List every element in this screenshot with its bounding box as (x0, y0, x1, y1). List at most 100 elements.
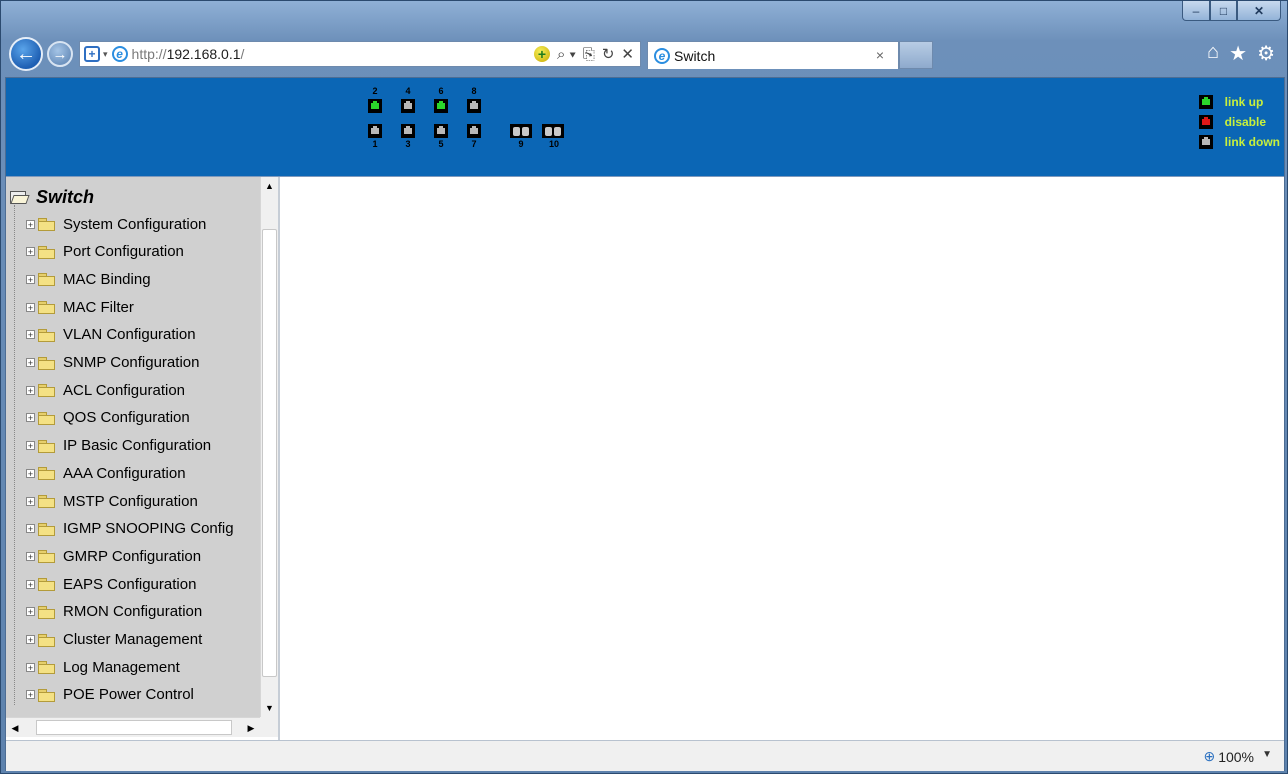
address-bar[interactable]: + ▾ e http://192.168.0.1/ + ⌕ ▾ ⎘ ↻ ✕ (79, 41, 641, 67)
refresh-icon[interactable]: ↻ (602, 45, 615, 63)
tab-switch[interactable]: e Switch × (647, 41, 899, 69)
security-shield-icon[interactable]: + (84, 46, 100, 62)
page-frame: 2 4 6 8 1 3 5 7 9 10 link up disable lin… (5, 77, 1285, 771)
expand-icon[interactable]: + (26, 524, 35, 534)
favorites-icon[interactable]: ★ (1229, 41, 1247, 66)
tree-item-label: AAA Configuration (63, 464, 186, 482)
tree-item[interactable]: + ACL Configuration (26, 377, 185, 403)
tree-item[interactable]: + Cluster Management (26, 627, 202, 653)
expand-icon[interactable]: + (26, 468, 35, 478)
chevron-down-icon[interactable]: ▾ (103, 49, 108, 60)
maximize-button[interactable]: □ (1210, 1, 1237, 21)
disable-icon (1198, 115, 1213, 129)
tree-item[interactable]: + SNMP Configuration (26, 350, 199, 376)
port-8[interactable] (467, 99, 481, 113)
url-text[interactable]: http://192.168.0.1/ (132, 46, 245, 62)
expand-icon[interactable]: + (26, 662, 35, 672)
back-button[interactable]: ← (9, 37, 43, 71)
tree-item[interactable]: + POE Power Control (26, 682, 194, 708)
legend-link-up: link up (1198, 92, 1280, 112)
url-suffix: / (240, 46, 245, 62)
folder-icon (38, 356, 55, 370)
tree-item[interactable]: + VLAN Configuration (26, 322, 196, 348)
zoom-dropdown-icon[interactable]: ▼ (1262, 749, 1272, 760)
tree-item-label: IGMP SNOOPING Config (63, 520, 234, 538)
scroll-left-arrow-icon[interactable]: ◀ (6, 719, 24, 737)
folder-icon (38, 605, 55, 619)
link-up-icon (1198, 95, 1213, 109)
port-1[interactable] (368, 124, 382, 138)
expand-icon[interactable]: + (26, 607, 35, 617)
expand-icon[interactable]: + (26, 302, 35, 312)
folder-icon (38, 218, 55, 231)
folder-icon (38, 301, 55, 315)
expand-icon[interactable]: + (26, 413, 35, 423)
port-9-sfp[interactable] (510, 124, 532, 138)
tree-item-label: IP Basic Configuration (63, 437, 212, 455)
port-5[interactable] (434, 124, 448, 138)
expand-icon[interactable]: + (26, 690, 35, 700)
tree-item[interactable]: + QOS Configuration (26, 405, 190, 431)
scroll-up-arrow-icon[interactable]: ▲ (261, 177, 278, 195)
minimize-button[interactable]: – (1182, 1, 1210, 21)
tree-item[interactable]: + IP Basic Configuration (26, 433, 211, 459)
tree-root-switch[interactable]: Switch (10, 185, 94, 209)
legend-label: link down (1224, 135, 1280, 149)
tree-horizontal-scrollbar[interactable]: ◀ ▶ (6, 717, 260, 737)
zoom-level[interactable]: ⊕ 100% (1203, 748, 1254, 765)
tree-item[interactable]: + Log Management (26, 654, 180, 680)
tree-item[interactable]: + System Configuration (26, 211, 206, 237)
horizontal-scroll-thumb[interactable] (36, 720, 232, 735)
expand-icon[interactable]: + (26, 358, 35, 368)
port-4[interactable] (401, 99, 415, 113)
stop-icon[interactable]: ✕ (621, 45, 634, 63)
expand-icon[interactable]: + (26, 385, 35, 395)
settings-gear-icon[interactable]: ⚙ (1257, 41, 1275, 66)
vertical-scroll-thumb[interactable] (262, 229, 277, 677)
tree-item[interactable]: + GMRP Configuration (26, 543, 201, 569)
port-label-7: 7 (471, 139, 477, 149)
port-10-sfp[interactable] (542, 124, 564, 138)
new-tab-button[interactable] (899, 41, 933, 69)
expand-icon[interactable]: + (26, 219, 35, 229)
expand-icon[interactable]: + (26, 274, 35, 284)
tree-item[interactable]: + Port Configuration (26, 239, 184, 265)
expand-icon[interactable]: + (26, 579, 35, 589)
folder-icon (38, 633, 55, 647)
scroll-down-arrow-icon[interactable]: ▼ (261, 699, 278, 717)
port-2[interactable] (368, 99, 382, 113)
folder-icon (38, 661, 55, 675)
search-icon[interactable]: ⌕ ▾ (557, 46, 576, 63)
add-icon[interactable]: + (533, 46, 550, 62)
tree-item-label: ACL Configuration (63, 381, 186, 399)
tree-item-label: MSTP Configuration (63, 492, 198, 510)
tree-guide-line (14, 205, 16, 705)
tree-item[interactable]: + IGMP SNOOPING Config (26, 516, 234, 542)
home-icon[interactable]: ⌂ (1207, 41, 1219, 66)
expand-icon[interactable]: + (26, 330, 35, 340)
tree-item-label: System Configuration (63, 215, 207, 233)
tree-item[interactable]: + MAC Binding (26, 266, 151, 292)
tree-item[interactable]: + AAA Configuration (26, 460, 186, 486)
tree-item[interactable]: + MSTP Configuration (26, 488, 198, 514)
tree-vertical-scrollbar[interactable]: ▲ ▼ (260, 177, 278, 717)
tree-item[interactable]: + MAC Filter (26, 294, 134, 320)
forward-button[interactable]: → (47, 41, 73, 67)
tree-item[interactable]: + RMON Configuration (26, 599, 202, 625)
port-3[interactable] (401, 124, 415, 138)
port-7[interactable] (467, 124, 481, 138)
close-button[interactable]: ✕ (1237, 1, 1281, 21)
expand-icon[interactable]: + (26, 551, 35, 561)
zoom-icon: ⊕ (1203, 748, 1216, 764)
compatibility-view-icon[interactable]: ⎘ (583, 46, 595, 63)
tree-item-label: MAC Filter (63, 298, 134, 316)
scroll-right-arrow-icon[interactable]: ▶ (242, 719, 260, 737)
expand-icon[interactable]: + (26, 496, 35, 506)
tab-close-icon[interactable]: × (876, 47, 884, 63)
expand-icon[interactable]: + (26, 635, 35, 645)
port-label-6: 6 (438, 86, 444, 96)
expand-icon[interactable]: + (26, 247, 35, 257)
expand-icon[interactable]: + (26, 441, 35, 451)
port-6[interactable] (434, 99, 448, 113)
tree-item[interactable]: + EAPS Configuration (26, 571, 196, 597)
